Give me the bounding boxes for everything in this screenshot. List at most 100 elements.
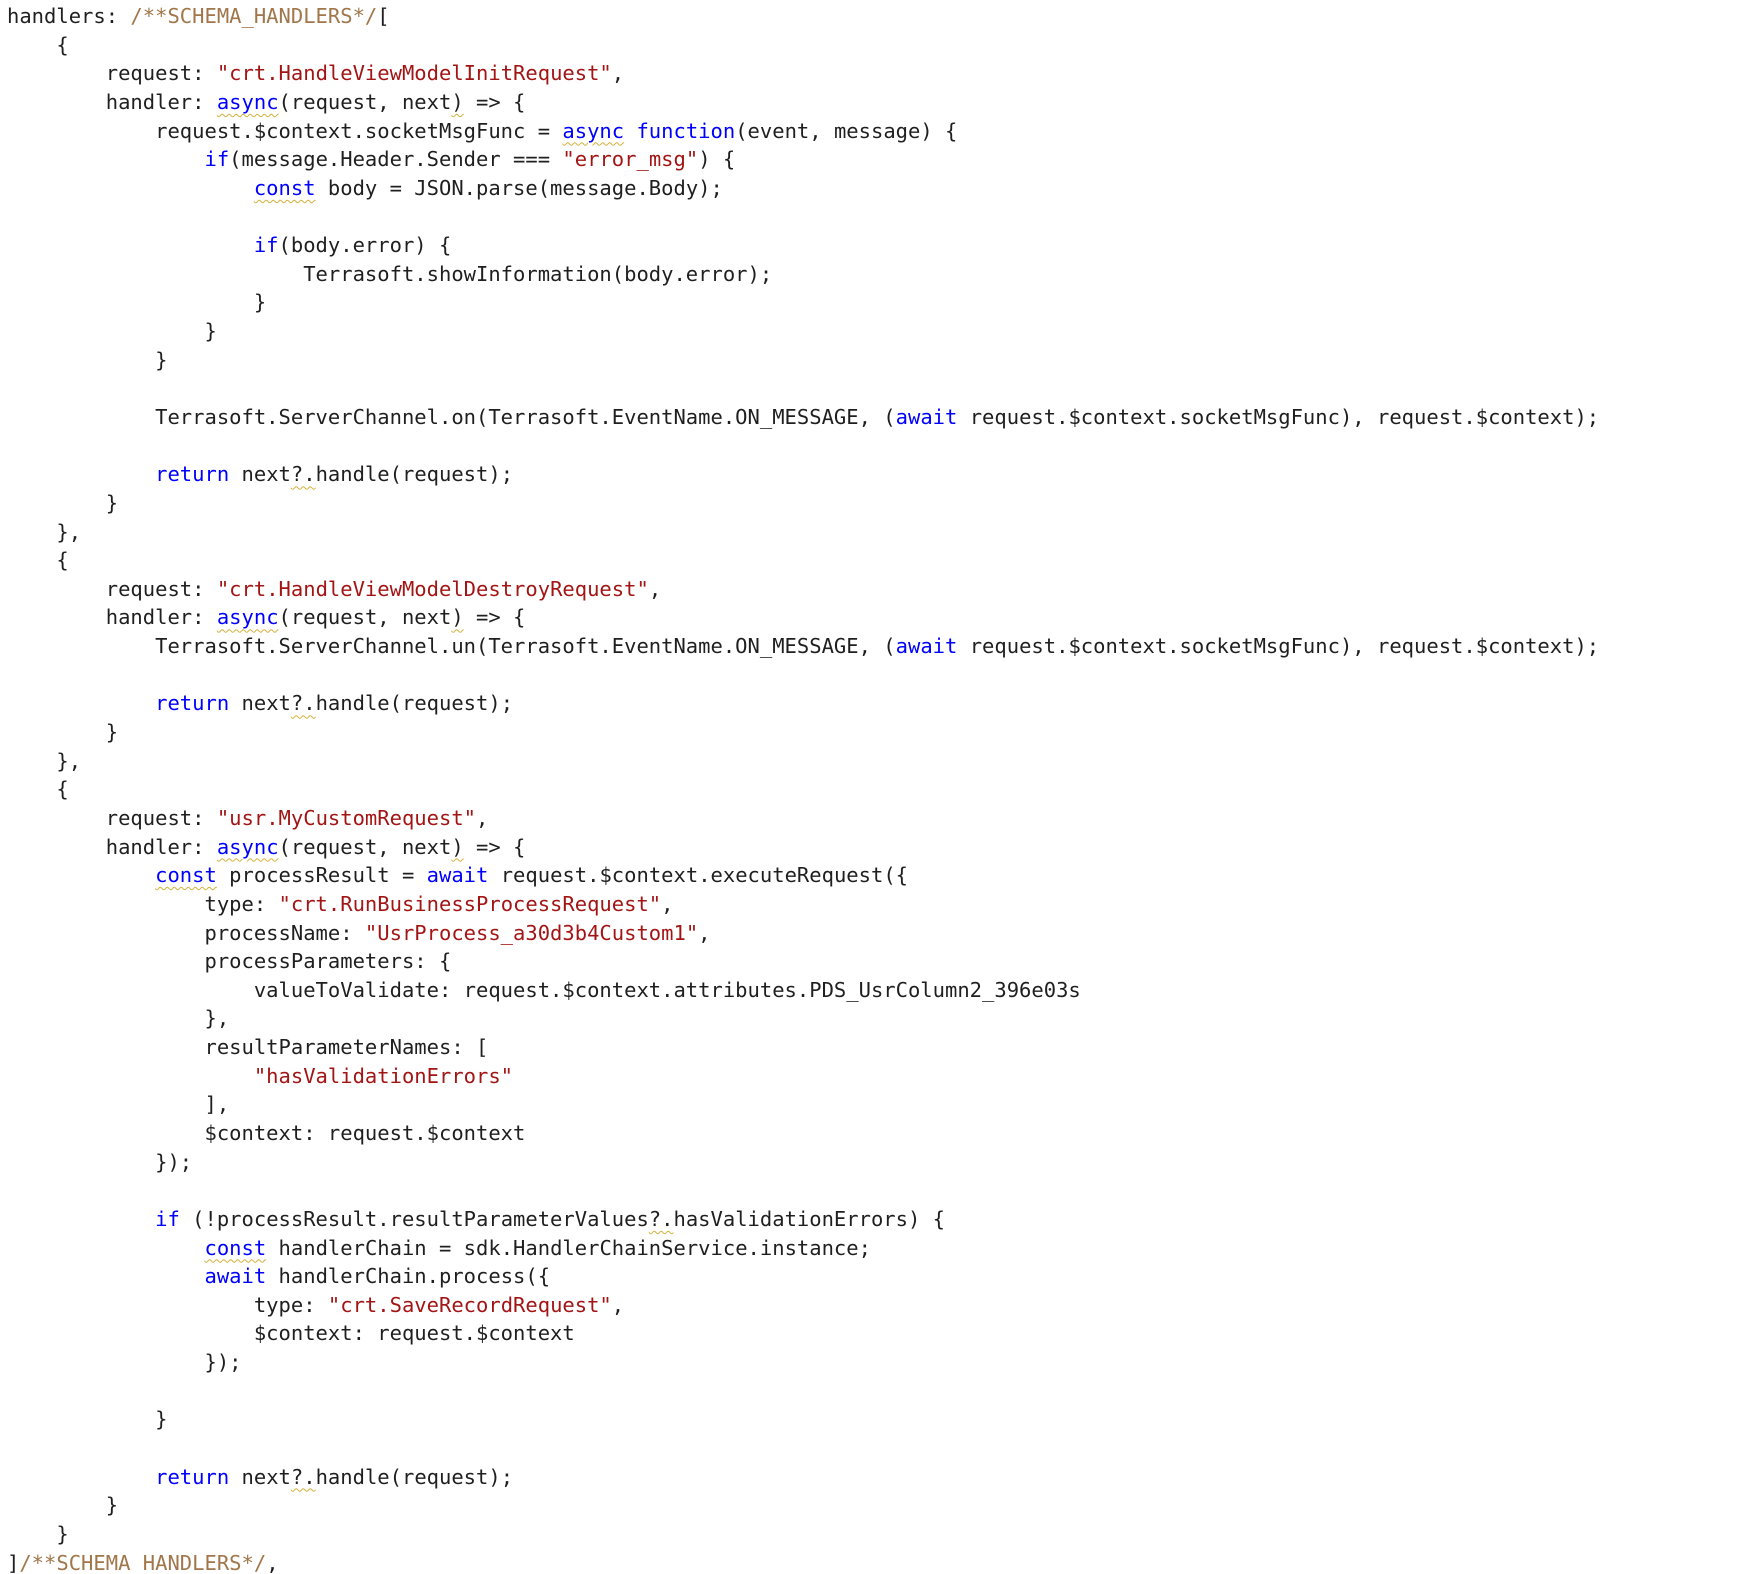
code-editor[interactable]: handlers: /**SCHEMA_HANDLERS*/[ { reques…: [0, 0, 1747, 1574]
code-text: request.$context.executeRequest({: [488, 863, 909, 888]
code-line[interactable]: if(message.Header.Sender === "error_msg"…: [7, 145, 1599, 174]
code-text: (request, next: [278, 89, 452, 114]
code-text: next: [229, 691, 291, 716]
code-line[interactable]: Terrasoft.showInformation(body.error);: [7, 260, 1599, 289]
code-text: request.$context.socketMsgFunc), request…: [957, 404, 1600, 429]
code-text: ,: [661, 891, 674, 916]
code-string: "crt.RunBusinessProcessRequest": [278, 891, 662, 916]
code-text: (request, next: [278, 834, 452, 859]
code-keyword: const: [253, 175, 316, 200]
code-line[interactable]: await handlerChain.process({: [7, 1262, 1599, 1291]
code-line[interactable]: processName: "UsrProcess_a30d3b4Custom1"…: [7, 919, 1599, 948]
code-text: => {: [463, 605, 526, 630]
code-line[interactable]: $context: request.$context: [7, 1319, 1599, 1348]
code-line[interactable]: {: [7, 546, 1599, 575]
code-text: ,: [611, 61, 625, 86]
code-text: (event, message) {: [735, 118, 958, 143]
code-line[interactable]: Terrasoft.ServerChannel.un(Terrasoft.Eve…: [7, 632, 1599, 661]
code-line[interactable]: },: [7, 518, 1599, 547]
code-line[interactable]: type: "crt.SaveRecordRequest",: [7, 1291, 1599, 1320]
code-text: type:: [7, 891, 279, 916]
code-line[interactable]: {: [7, 31, 1599, 60]
code-line[interactable]: {: [7, 775, 1599, 804]
code-line[interactable]: [7, 1434, 1599, 1463]
code-line[interactable]: const processResult = await request.$con…: [7, 861, 1599, 890]
code-keyword: const: [204, 1235, 267, 1260]
code-line[interactable]: if(body.error) {: [7, 231, 1599, 260]
code-text: type:: [7, 1292, 328, 1317]
code-text: ?.: [290, 1464, 316, 1489]
code-line[interactable]: [7, 1176, 1599, 1205]
code-line[interactable]: },: [7, 1004, 1599, 1033]
code-string: "UsrProcess_a30d3b4Custom1": [364, 920, 699, 945]
code-line[interactable]: [7, 202, 1599, 231]
code-line[interactable]: }: [7, 346, 1599, 375]
code-line[interactable]: }: [7, 489, 1599, 518]
code-comment: /**SCHEMA_HANDLERS*/: [130, 4, 378, 28]
code-text: ): [451, 89, 464, 114]
code-line[interactable]: $context: request.$context: [7, 1119, 1599, 1148]
code-line[interactable]: },: [7, 747, 1599, 776]
code-line[interactable]: }: [7, 1405, 1599, 1434]
code-line[interactable]: handler: async(request, next) => {: [7, 603, 1599, 632]
code-line[interactable]: }: [7, 1491, 1599, 1520]
code-line[interactable]: handler: async(request, next) => {: [7, 833, 1599, 862]
code-line[interactable]: }: [7, 718, 1599, 747]
code-line[interactable]: "hasValidationErrors": [7, 1062, 1599, 1091]
code-line[interactable]: Terrasoft.ServerChannel.on(Terrasoft.Eve…: [7, 403, 1599, 432]
code-line[interactable]: request.$context.socketMsgFunc = async f…: [7, 117, 1599, 146]
code-keyword: function: [636, 118, 736, 143]
code-line[interactable]: handlers: /**SCHEMA_HANDLERS*/[: [7, 2, 1599, 31]
code-keyword: async: [216, 89, 279, 114]
code-line[interactable]: type: "crt.RunBusinessProcessRequest",: [7, 890, 1599, 919]
code-line[interactable]: [7, 661, 1599, 690]
code-line[interactable]: });: [7, 1348, 1599, 1377]
code-line[interactable]: [7, 1377, 1599, 1406]
code-text: ,: [266, 1550, 279, 1574]
code-line[interactable]: return next?.handle(request);: [7, 1463, 1599, 1492]
code-line[interactable]: }: [7, 1520, 1599, 1549]
code-line[interactable]: }: [7, 317, 1599, 346]
code-line[interactable]: ]/**SCHEMA_HANDLERS*/,: [7, 1549, 1599, 1574]
code-keyword: if: [204, 147, 230, 172]
code-line[interactable]: resultParameterNames: [: [7, 1033, 1599, 1062]
code-line[interactable]: request: "crt.HandleViewModelDestroyRequ…: [7, 575, 1599, 604]
code-string: "error_msg": [562, 147, 699, 172]
code-line[interactable]: const body = JSON.parse(message.Body);: [7, 174, 1599, 203]
code-line[interactable]: request: "crt.HandleViewModelInitRequest…: [7, 59, 1599, 88]
code-text: },: [7, 748, 82, 773]
code-line[interactable]: [7, 432, 1599, 461]
code-text: }: [7, 1407, 168, 1432]
code-text: processName:: [7, 920, 365, 945]
code-line[interactable]: valueToValidate: request.$context.attrib…: [7, 976, 1599, 1005]
code-text: handle(request);: [315, 691, 514, 716]
code-line[interactable]: handler: async(request, next) => {: [7, 88, 1599, 117]
code-area[interactable]: handlers: /**SCHEMA_HANDLERS*/[ { reques…: [7, 2, 1599, 1574]
code-string: "crt.SaveRecordRequest": [327, 1292, 612, 1317]
code-text: ]: [7, 1550, 20, 1574]
code-text: next: [229, 462, 291, 487]
code-line[interactable]: });: [7, 1148, 1599, 1177]
code-line[interactable]: const handlerChain = sdk.HandlerChainSer…: [7, 1234, 1599, 1263]
code-keyword: const: [155, 863, 217, 888]
code-line[interactable]: processParameters: {: [7, 947, 1599, 976]
code-line[interactable]: if (!processResult.resultParameterValues…: [7, 1205, 1599, 1234]
code-line[interactable]: [7, 374, 1599, 403]
code-line[interactable]: }: [7, 288, 1599, 317]
code-line[interactable]: request: "usr.MyCustomRequest",: [7, 804, 1599, 833]
code-line[interactable]: ],: [7, 1090, 1599, 1119]
code-text: Terrasoft.ServerChannel.on(Terrasoft.Eve…: [7, 404, 896, 429]
code-keyword: async: [562, 118, 625, 143]
code-keyword: if: [155, 1206, 180, 1231]
code-line[interactable]: return next?.handle(request);: [7, 460, 1599, 489]
code-line[interactable]: return next?.handle(request);: [7, 689, 1599, 718]
code-text: request:: [7, 805, 217, 830]
